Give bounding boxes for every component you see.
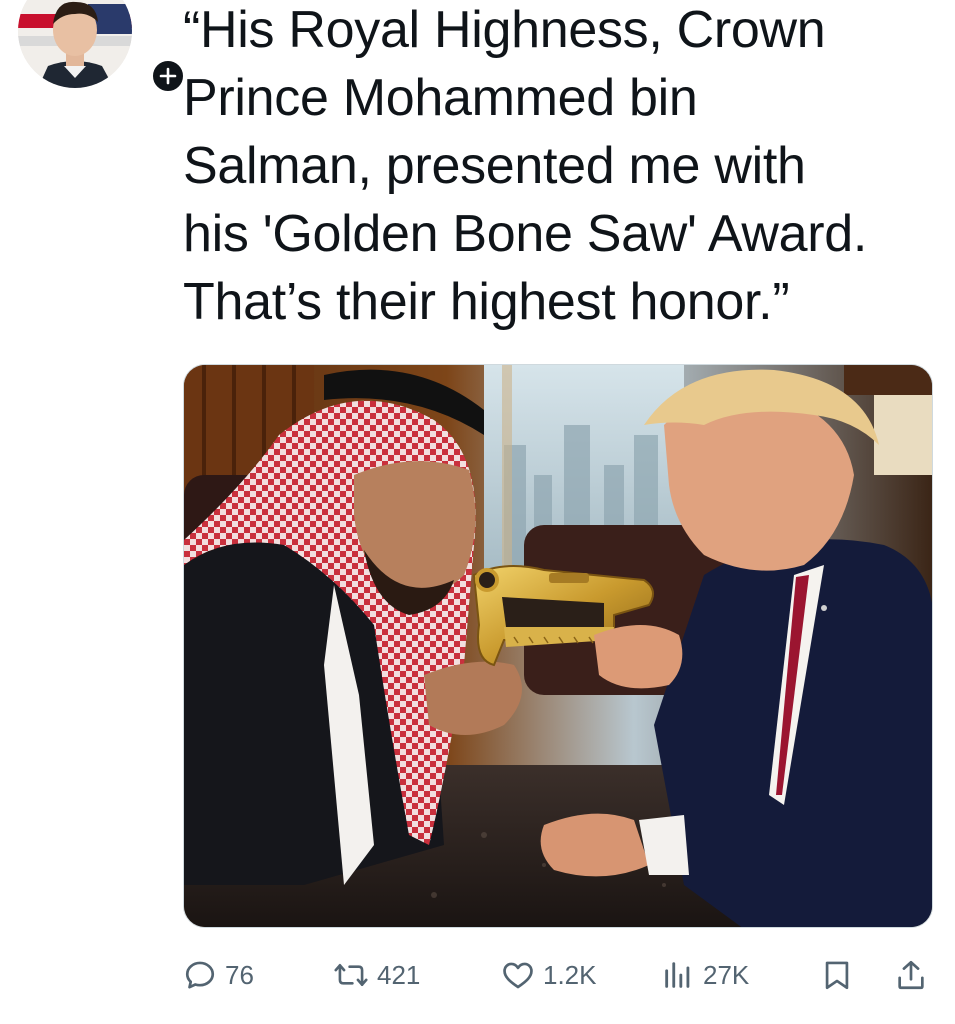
author-avatar-wrap[interactable] — [18, 0, 186, 94]
like-button[interactable]: 1.2K — [501, 950, 597, 1000]
tweet-actions-bar: 76 421 1.2K 27K — [183, 950, 938, 1000]
follow-button[interactable] — [150, 58, 186, 94]
bar-chart-icon — [665, 962, 690, 988]
views-count: 27K — [703, 959, 750, 990]
tweet-text: “His Royal Highness, Crown Prince Mohamm… — [183, 1, 868, 331]
avatar[interactable] — [18, 0, 132, 88]
retweet-count: 421 — [377, 959, 421, 990]
retweet-button[interactable]: 421 — [333, 950, 420, 1000]
bookmark-icon — [825, 961, 849, 990]
bookmark-button[interactable] — [821, 950, 853, 1000]
plus-icon — [159, 67, 177, 85]
tweet-image[interactable] — [183, 364, 933, 928]
heart-icon — [503, 962, 533, 989]
share-upload-icon — [898, 960, 924, 990]
like-count: 1.2K — [543, 959, 597, 990]
share-button[interactable] — [895, 950, 927, 1000]
views-button[interactable]: 27K — [661, 950, 749, 1000]
reply-count: 76 — [225, 959, 254, 990]
comment-bubble-icon — [185, 961, 215, 989]
reply-button[interactable]: 76 — [183, 950, 254, 1000]
retweet-arrows-icon — [334, 963, 368, 987]
